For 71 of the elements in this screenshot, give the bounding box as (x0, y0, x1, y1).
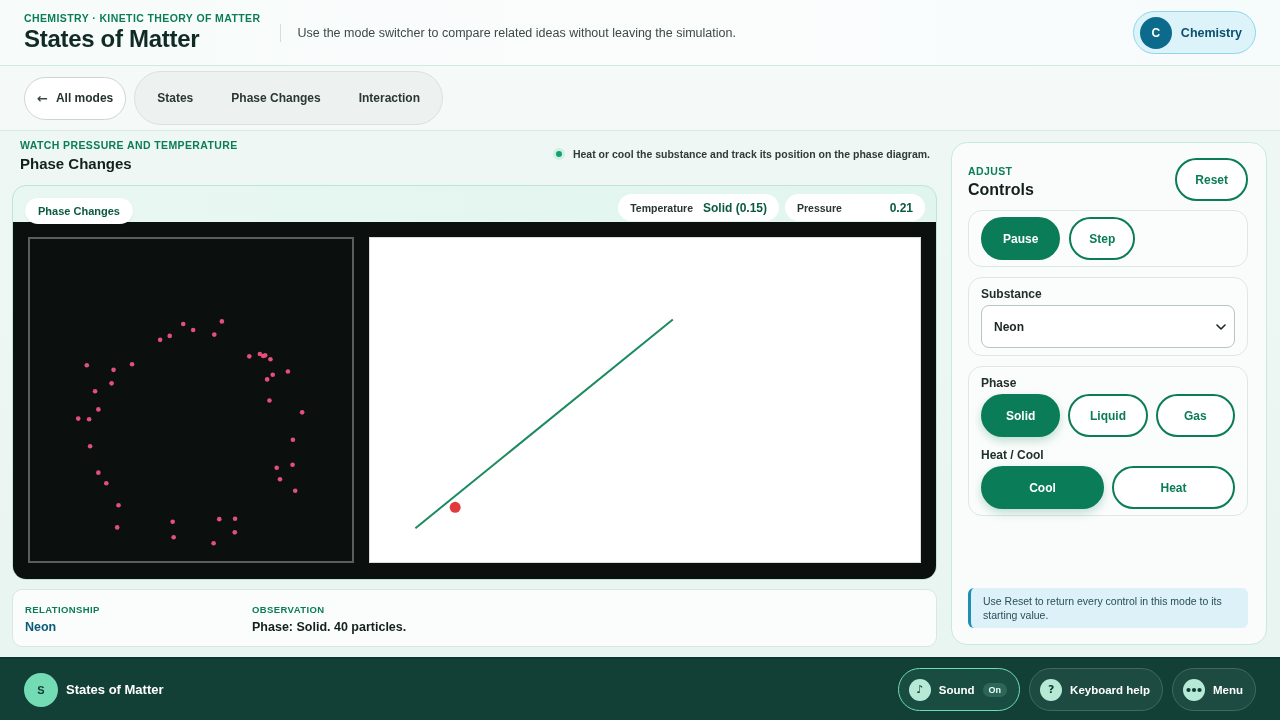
help-icon: ? (1040, 678, 1063, 701)
particle (290, 462, 295, 468)
particle (111, 367, 116, 373)
info-value: Neon (25, 619, 58, 634)
readout-value: 0.21 (889, 200, 913, 215)
playback-button[interactable]: Pause (981, 217, 1061, 260)
phase-option[interactable]: Liquid (1068, 394, 1148, 437)
app-logo: S (24, 672, 58, 707)
mode-tab[interactable]: Phase Changes (212, 78, 340, 118)
chevron-down-icon (1216, 323, 1226, 330)
field-label: Phase (981, 376, 1018, 391)
section-title: Phase Changes (20, 155, 133, 173)
subject-button[interactable]: C Chemistry (1132, 11, 1256, 54)
info-value: Phase: Solid. 40 particles. (252, 619, 408, 634)
left-arrow-icon: ← (37, 90, 48, 106)
particle (116, 503, 121, 508)
footer-title: States of Matter (66, 682, 164, 697)
particle (292, 488, 298, 494)
particle (87, 444, 93, 449)
panel-eyebrow: ADJUST (968, 165, 1014, 178)
info-label: RELATIONSHIP (25, 602, 101, 616)
particle (216, 516, 222, 522)
particle (84, 362, 90, 368)
panel-title: Controls (968, 180, 1034, 199)
hint-text: Heat or cool the substance and track its position on the phase diagram. (572, 148, 930, 160)
field-label: Substance (981, 287, 1043, 302)
particle (267, 398, 272, 403)
particle (211, 540, 216, 546)
dot-icon (552, 148, 565, 160)
all-modes-button[interactable]: ← All modes (24, 76, 127, 120)
section-eyebrow: WATCH PRESSURE AND TEMPERATURE (20, 139, 238, 152)
phase-option[interactable]: Solid (981, 394, 1061, 437)
mode-label: Phase Changes (25, 198, 133, 224)
particle (232, 530, 238, 535)
particle (129, 361, 135, 367)
status-badge: On (982, 682, 1008, 697)
particle (211, 332, 217, 337)
particle (109, 381, 114, 386)
particle (219, 319, 225, 324)
reset-note: Use Reset to return every control in this mode to its starting value. (968, 588, 1248, 628)
particle (232, 516, 238, 522)
state-marker (449, 501, 461, 513)
substance-select[interactable]: Neon (981, 305, 1235, 348)
more-icon (1182, 678, 1205, 701)
field-label: Heat / Cool (981, 448, 1045, 463)
phase-option[interactable]: Gas (1155, 394, 1235, 437)
playback-button[interactable]: Step (1069, 217, 1136, 260)
heat-cool-option[interactable]: Heat (1112, 466, 1235, 509)
menu-button[interactable]: Menu (1171, 668, 1256, 711)
particle (171, 534, 176, 540)
mode-tab[interactable]: States (138, 78, 213, 118)
subject-eyebrow: CHEMISTRY · KINETIC THEORY OF MATTER (24, 12, 261, 25)
heat-cool-option[interactable]: Cool (981, 466, 1104, 509)
particle (290, 437, 296, 442)
app-title: States of Matter (24, 25, 201, 53)
keyboard-help-button[interactable]: ? Keyboard help (1029, 668, 1163, 711)
readout-value: Solid (0.15) (703, 200, 767, 215)
mode-tab[interactable]: Interaction (339, 78, 439, 118)
subject-avatar: C (1139, 16, 1172, 49)
particle (285, 369, 291, 374)
music-note-icon: ♪ (908, 678, 931, 701)
reset-button[interactable]: Reset (1175, 158, 1248, 201)
sound-button[interactable]: ♪ Sound On (897, 668, 1021, 711)
info-label: OBSERVATION (252, 602, 326, 616)
tagline: Use the mode switcher to compare related ideas without leaving the simulation. (297, 25, 736, 40)
readout-label: Pressure (797, 201, 842, 214)
particle (299, 410, 305, 415)
particle (114, 525, 120, 530)
particle (170, 519, 175, 525)
particle (92, 388, 98, 394)
readout-label: Temperature (630, 201, 693, 214)
